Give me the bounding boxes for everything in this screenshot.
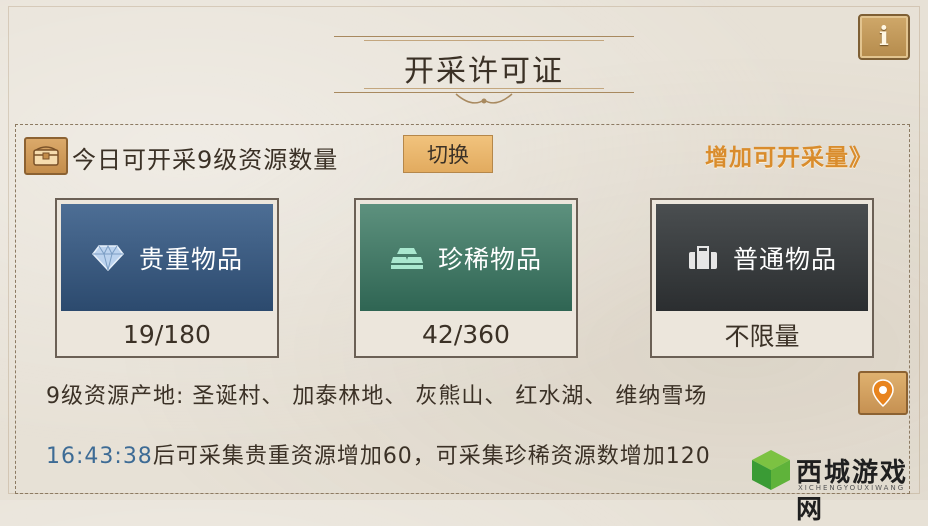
chest-icon <box>24 137 68 175</box>
card-label: 贵重物品 <box>138 244 243 274</box>
info-icon: i <box>879 22 889 52</box>
card-count: 42/360 <box>422 320 510 349</box>
diamond-icon <box>92 244 124 271</box>
title-banner: 开采许可证 <box>334 28 634 106</box>
info-button[interactable]: i <box>858 14 910 60</box>
location-pin-icon <box>872 379 894 407</box>
card-label: 珍稀物品 <box>437 244 542 274</box>
ornament-icon <box>455 93 513 104</box>
title-rule <box>364 88 604 89</box>
page-title: 开采许可证 <box>404 54 564 89</box>
card-face: 贵重物品 <box>61 204 273 311</box>
card-count: 19/180 <box>123 320 211 349</box>
title-rule <box>364 40 604 41</box>
card-count: 不限量 <box>724 321 800 351</box>
card-face: 普通物品 <box>656 204 868 311</box>
watermark-logo-icon <box>752 450 790 490</box>
refresh-timer-row: 16:43:38后可采集贵重资源增加60，可采集珍稀资源数增加120 <box>46 438 711 470</box>
card-label: 普通物品 <box>732 244 837 274</box>
timer-message: 后可采集贵重资源增加60，可采集珍稀资源数增加120 <box>152 444 711 469</box>
card-common-items[interactable]: 普通物品 不限量 <box>650 198 874 358</box>
switch-button[interactable]: 切换 <box>403 135 493 173</box>
gold-bars-icon <box>390 247 423 269</box>
watermark-subtext: XICHENGYOUXIWANG <box>798 484 906 492</box>
countdown-timer: 16:43:38 <box>46 444 153 469</box>
watermark: 西城游戏网 XICHENGYOUXIWANG <box>750 448 925 525</box>
suitcase-icon <box>688 245 717 269</box>
card-precious-items[interactable]: 贵重物品 19/180 <box>55 198 279 358</box>
resource-origin-text: 9级资源产地: 圣诞村、 加泰林地、 灰熊山、 红水湖、 维纳雪场 <box>46 384 708 409</box>
increase-quota-link[interactable]: 增加可开采量》 <box>705 138 873 172</box>
location-pin-button[interactable] <box>858 371 908 415</box>
daily-quota-label: 今日可开采9级资源数量 <box>72 146 339 174</box>
card-rare-items[interactable]: 珍稀物品 42/360 <box>354 198 578 358</box>
card-face: 珍稀物品 <box>360 204 572 311</box>
title-rule <box>334 36 634 37</box>
